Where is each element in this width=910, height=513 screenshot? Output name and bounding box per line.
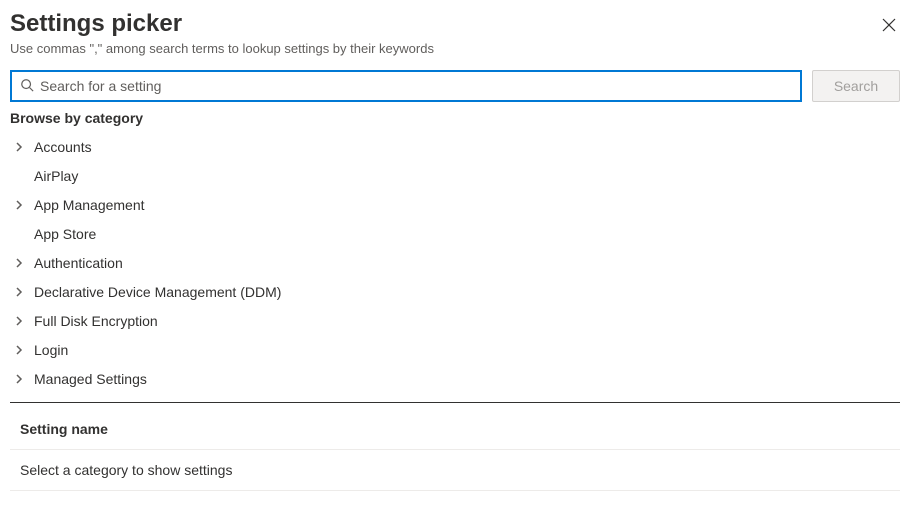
category-item[interactable]: App Management — [10, 190, 900, 219]
category-label: App Store — [34, 226, 96, 242]
category-label: Declarative Device Management (DDM) — [34, 284, 281, 300]
chevron-right-icon — [14, 316, 30, 326]
browse-by-category-label: Browse by category — [10, 110, 900, 126]
search-icon — [20, 78, 34, 95]
chevron-right-icon — [14, 345, 30, 355]
category-label: Managed Settings — [34, 371, 147, 387]
settings-empty-message: Select a category to show settings — [10, 450, 900, 491]
close-button[interactable] — [878, 14, 900, 39]
category-item[interactable]: Accounts — [10, 132, 900, 161]
chevron-right-icon — [14, 258, 30, 268]
setting-name-column-header: Setting name — [10, 403, 900, 450]
category-item[interactable]: Managed Settings — [10, 364, 900, 390]
category-label: Login — [34, 342, 68, 358]
category-label: AirPlay — [34, 168, 78, 184]
chevron-right-icon — [14, 374, 30, 384]
category-label: Authentication — [34, 255, 123, 271]
chevron-right-icon — [14, 287, 30, 297]
close-icon — [882, 19, 896, 35]
category-item[interactable]: AirPlay — [10, 161, 900, 190]
search-input[interactable] — [40, 72, 792, 100]
chevron-right-icon — [14, 200, 30, 210]
category-item[interactable]: Authentication — [10, 248, 900, 277]
category-list: Accounts AirPlay App Management App Store Au… — [10, 132, 900, 390]
category-item[interactable]: App Store — [10, 219, 900, 248]
search-button[interactable]: Search — [812, 70, 900, 102]
page-title: Settings picker — [10, 10, 182, 38]
category-label: Accounts — [34, 139, 92, 155]
chevron-right-icon — [14, 142, 30, 152]
page-subtitle: Use commas "," among search terms to loo… — [10, 41, 900, 56]
category-item[interactable]: Login — [10, 335, 900, 364]
category-label: Full Disk Encryption — [34, 313, 158, 329]
search-box[interactable] — [10, 70, 802, 102]
category-label: App Management — [34, 197, 145, 213]
category-item[interactable]: Full Disk Encryption — [10, 306, 900, 335]
category-item[interactable]: Declarative Device Management (DDM) — [10, 277, 900, 306]
